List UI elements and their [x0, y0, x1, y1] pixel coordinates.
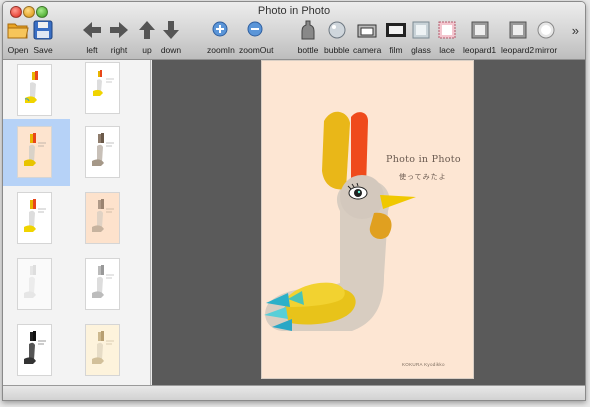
leopard-frame-icon [469, 19, 491, 41]
camera-frame-button[interactable]: camera [353, 19, 381, 59]
title-bar: Photo in Photo Open Save left right up d… [3, 2, 585, 60]
thumbnail-item[interactable] [85, 192, 120, 244]
folder-icon [7, 19, 29, 41]
photo-title-text: Photo in Photo [386, 154, 461, 165]
bubble-icon [326, 19, 348, 41]
zoom-in-button[interactable]: zoomIn [207, 19, 235, 59]
thumbnail-sidebar[interactable] [3, 60, 151, 385]
bottom-bar [3, 385, 585, 400]
lace-frame-button[interactable]: lace [436, 19, 458, 59]
arrow-left-icon [81, 19, 103, 41]
lace-icon [436, 19, 458, 41]
preview-canvas: Photo in Photo 使ってみたよ KOKURA Kyodikko [152, 60, 585, 385]
app-window: Photo in Photo Open Save left right up d… [2, 1, 586, 401]
arrow-right-icon [108, 19, 130, 41]
thumbnail-item[interactable] [85, 258, 120, 310]
save-button[interactable]: Save [32, 19, 54, 59]
bottle-frame-button[interactable]: bottle [297, 19, 319, 59]
bottle-icon [297, 19, 319, 41]
arrow-down-icon [160, 19, 182, 41]
mirror-frame-button[interactable]: mirror [535, 19, 557, 59]
thumbnail-item[interactable] [85, 62, 120, 114]
zoom-in-icon [210, 19, 232, 41]
film-icon [385, 19, 407, 41]
bubble-frame-button[interactable]: bubble [324, 19, 350, 59]
photo-subtitle-text: 使ってみたよ [399, 173, 447, 181]
right-button[interactable]: right [108, 19, 130, 59]
photo-preview: Photo in Photo 使ってみたよ KOKURA Kyodikko [262, 61, 473, 378]
leopard-frame-icon [507, 19, 529, 41]
thumbnail-item[interactable] [17, 258, 52, 310]
film-frame-button[interactable]: film [385, 19, 407, 59]
arrow-up-icon [136, 19, 158, 41]
leopard1-frame-button[interactable]: leopard1 [463, 19, 496, 59]
window-title: Photo in Photo [257, 5, 331, 17]
left-button[interactable]: left [81, 19, 103, 59]
down-button[interactable]: down [160, 19, 182, 59]
mirror-icon [535, 19, 557, 41]
floppy-disk-icon [32, 19, 54, 41]
open-button[interactable]: Open [7, 19, 29, 59]
zoom-out-icon [245, 19, 267, 41]
rooster-illustration [264, 111, 416, 331]
glass-icon [410, 19, 432, 41]
thumbnail-item[interactable] [17, 324, 52, 376]
zoom-out-button[interactable]: zoomOut [239, 19, 274, 59]
thumbnail-item[interactable] [17, 192, 52, 244]
glass-frame-button[interactable]: glass [410, 19, 432, 59]
leopard2-frame-button[interactable]: leopard2 [501, 19, 534, 59]
thumbnail-item-selected[interactable] [17, 126, 52, 178]
thumbnail-item[interactable] [85, 126, 120, 178]
toolbar-overflow-button[interactable]: » [572, 23, 579, 38]
camera-icon [356, 19, 378, 41]
photo-credit-text: KOKURA Kyodikko [402, 362, 445, 367]
up-button[interactable]: up [136, 19, 158, 59]
thumbnail-item[interactable] [85, 324, 120, 376]
thumbnail-item[interactable] [17, 64, 52, 116]
